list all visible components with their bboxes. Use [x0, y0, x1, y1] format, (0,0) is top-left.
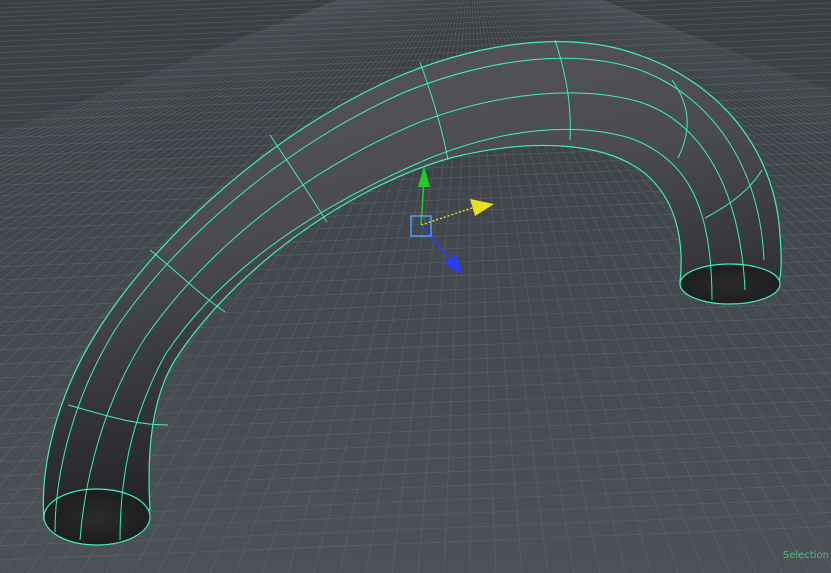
gizmo-y-arrowhead[interactable] [418, 166, 430, 187]
right-end-cap [679, 263, 781, 305]
gizmo-z-arrowhead[interactable] [444, 254, 462, 274]
left-end-cap [43, 488, 151, 546]
viewport-scene[interactable] [0, 0, 831, 573]
gizmo-x-arrowhead[interactable] [470, 199, 494, 216]
viewport-status-text: Selection [782, 550, 829, 561]
perspective-viewport[interactable]: Selection [0, 0, 831, 573]
gizmo-z-axis[interactable] [420, 224, 453, 263]
